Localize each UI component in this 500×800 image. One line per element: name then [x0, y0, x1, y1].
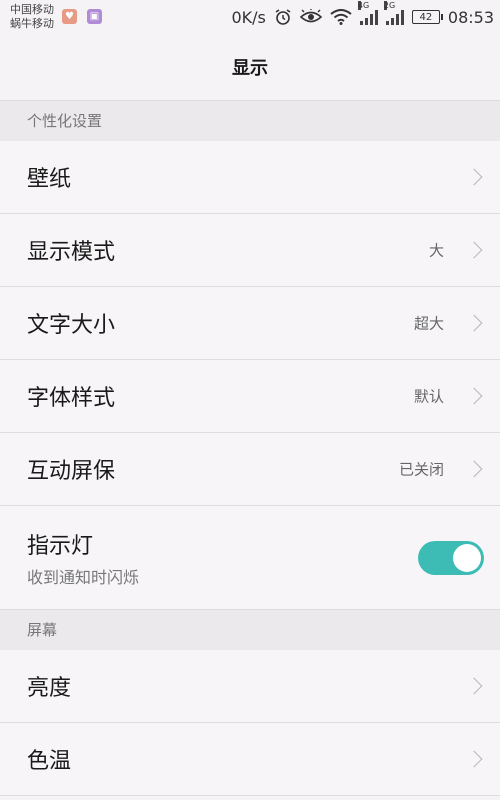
setting-label: 互动屏保 [27, 459, 116, 484]
chevron-right-icon [465, 677, 483, 695]
setting-label: 显示模式 [27, 240, 116, 265]
setting-row-color-temperature[interactable]: 色温 [0, 723, 500, 796]
setting-label: 字体样式 [27, 386, 116, 411]
battery-icon: 42 [411, 10, 443, 24]
gallery-app-icon: ▣ [87, 9, 102, 24]
setting-row-display-mode[interactable]: 显示模式 大 [0, 214, 500, 287]
chevron-right-icon [465, 241, 483, 259]
setting-label: 色温 [27, 749, 72, 774]
wifi-icon [330, 9, 352, 25]
battery-level: 42 [419, 11, 433, 23]
section-title: 个性化设置 [27, 112, 103, 130]
section-title: 屏幕 [27, 621, 58, 639]
carrier-info: 中国移动 蜗牛移动 [10, 3, 54, 31]
setting-value: 大 [428, 241, 444, 260]
carrier-1: 中国移动 [10, 3, 54, 16]
chevron-right-icon [465, 460, 483, 478]
setting-row-screensaver[interactable]: 互动屏保 已关闭 [0, 433, 500, 506]
toggle-knob [453, 543, 481, 572]
setting-value: 超大 [413, 314, 444, 333]
chevron-right-icon [465, 750, 483, 768]
signal-2-icon: 2G [383, 1, 404, 25]
setting-row-brightness[interactable]: 亮度 [0, 650, 500, 723]
chevron-right-icon [465, 168, 483, 186]
chevron-right-icon [465, 314, 483, 332]
alarm-clock-icon [275, 9, 291, 25]
status-bar: 中国移动 蜗牛移动 ♥ ▣ 0K/s 4G 2G 42 08:53 [0, 0, 500, 34]
setting-label: 壁纸 [27, 167, 72, 192]
page-title: 显示 [232, 58, 268, 79]
section-header-personalization: 个性化设置 [0, 101, 500, 141]
section-header-screen: 屏幕 [0, 610, 500, 650]
indicator-light-toggle[interactable] [418, 540, 484, 575]
carrier-2: 蜗牛移动 [10, 17, 54, 30]
eye-comfort-icon [299, 9, 322, 23]
setting-value: 已关闭 [398, 460, 444, 479]
chevron-right-icon [465, 387, 483, 405]
setting-row-font-size[interactable]: 文字大小 超大 [0, 287, 500, 360]
setting-label: 亮度 [27, 676, 72, 701]
clock: 08:53 [447, 7, 494, 27]
heart-app-icon: ♥ [62, 9, 77, 24]
setting-row-wallpaper[interactable]: 壁纸 [0, 141, 500, 214]
setting-row-indicator-light: 指示灯 收到通知时闪烁 [0, 506, 500, 610]
signal-1-tag: 4G [357, 1, 370, 10]
setting-sublabel: 收到通知时闪烁 [27, 568, 140, 587]
signal-1-icon: 4G [357, 1, 378, 25]
status-icons: 0K/s 4G 2G 42 08:53 [231, 1, 494, 28]
setting-row-font-style[interactable]: 字体样式 默认 [0, 360, 500, 433]
setting-label: 指示灯 [27, 534, 94, 559]
title-bar: 显示 [0, 34, 500, 101]
setting-label: 文字大小 [27, 313, 116, 338]
setting-value: 默认 [413, 387, 444, 406]
signal-2-tag: 2G [383, 1, 396, 10]
network-speed: 0K/s [231, 7, 266, 27]
